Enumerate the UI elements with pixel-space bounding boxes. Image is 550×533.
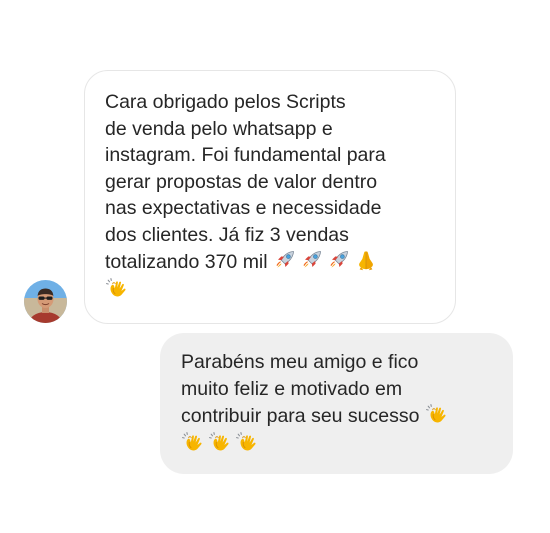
rocket-icon xyxy=(300,248,324,272)
incoming-message-bubble[interactable]: Cara obrigado pelos Scripts de venda pel… xyxy=(84,70,456,324)
clapping-hands-icon xyxy=(235,430,259,454)
message-line: de venda pelo whatsapp e xyxy=(105,117,333,140)
message-emoji-line xyxy=(105,276,437,304)
message-line-text: contribuir para seu sucesso xyxy=(181,405,420,427)
message-line-with-emojis: contribuir para seu sucesso xyxy=(181,402,495,430)
sender-avatar[interactable] xyxy=(24,280,67,323)
message-line-text: totalizando 370 mil xyxy=(105,251,268,273)
avatar-photo xyxy=(24,280,67,323)
message-emoji-line xyxy=(181,430,495,458)
emoji-group xyxy=(425,402,449,426)
clapping-hands-icon xyxy=(208,430,232,454)
message-line: instagram. Foi fundamental para xyxy=(105,144,386,166)
message-line: Parabéns meu amigo e fico xyxy=(181,351,419,373)
message-line: gerar propostas de valor dentro xyxy=(105,170,378,193)
emoji-group xyxy=(273,248,378,272)
outgoing-message-bubble[interactable]: Parabéns meu amigo e fico muito feliz e … xyxy=(160,333,513,474)
rocket-icon xyxy=(273,248,297,272)
rocket-icon xyxy=(327,248,351,272)
message-line: Cara obrigado pelos Scripts xyxy=(105,91,346,113)
emoji-group xyxy=(181,430,259,454)
message-line: nas expectativas e necessidade xyxy=(105,197,382,219)
message-line: dos clientes. Já fiz 3 vendas xyxy=(105,223,349,246)
clapping-hands-icon xyxy=(105,276,129,300)
folded-hands-icon xyxy=(354,248,378,272)
clapping-hands-icon xyxy=(425,402,449,426)
message-line-with-emojis: totalizando 370 mil xyxy=(105,248,437,276)
emoji-group xyxy=(105,276,129,300)
chat-thread: Cara obrigado pelos Scripts de venda pel… xyxy=(0,0,550,533)
clapping-hands-icon xyxy=(181,430,205,454)
message-line: muito feliz e motivado em xyxy=(181,377,403,400)
